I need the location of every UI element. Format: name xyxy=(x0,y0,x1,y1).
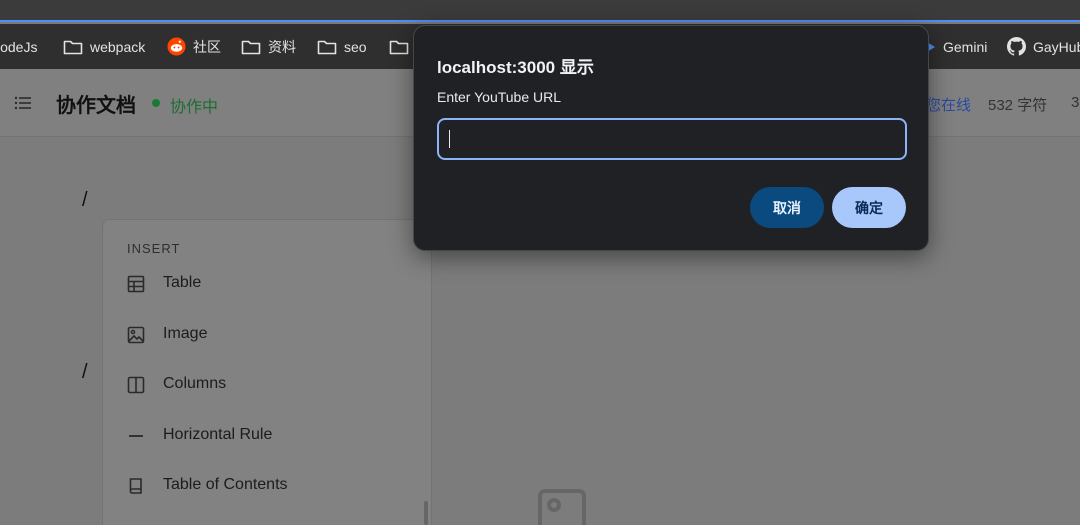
insert-item-label: Image xyxy=(163,325,208,342)
online-indicator: 您在线 xyxy=(926,97,972,114)
minus-icon xyxy=(129,435,143,437)
insert-item-columns[interactable]: Columns xyxy=(103,363,433,407)
folder-icon xyxy=(317,40,337,54)
bookmark-folder[interactable] xyxy=(389,24,416,69)
status-dot xyxy=(152,99,160,107)
bookmark-github[interactable]: GayHub xyxy=(1007,24,1080,69)
bookmark-label: Gemini xyxy=(943,38,988,55)
image-placeholder-icon xyxy=(538,489,586,525)
folder-icon xyxy=(241,40,261,54)
table-icon xyxy=(127,275,145,293)
bookmark-webpack[interactable]: webpack xyxy=(63,24,145,69)
slash-command-text: / xyxy=(82,361,88,383)
menu-scrollbar[interactable] xyxy=(424,501,428,525)
slash-command-text: / xyxy=(82,189,88,211)
bookmark-seo[interactable]: seo xyxy=(317,24,367,69)
text-caret xyxy=(449,130,450,148)
github-icon xyxy=(1007,37,1026,56)
insert-item-label: Table of Contents xyxy=(163,476,288,493)
bookmark-label: GayHub xyxy=(1033,38,1080,55)
bookmark-community[interactable]: 社区 xyxy=(167,24,221,69)
bookmark-label: 社区 xyxy=(193,38,221,55)
bookmark-label: webpack xyxy=(90,38,146,55)
columns-icon xyxy=(127,376,145,394)
cancel-button[interactable]: 取消 xyxy=(750,187,824,228)
bookmark-label: seo xyxy=(344,38,367,55)
insert-item-image[interactable]: Image xyxy=(103,313,433,357)
bookmark-nodejs[interactable]: NodeJs xyxy=(0,24,37,69)
browser-tab-strip xyxy=(0,0,1080,22)
youtube-url-input[interactable] xyxy=(437,118,907,160)
insert-item-table[interactable]: Table xyxy=(103,262,433,306)
extra-count: 3 xyxy=(1071,94,1080,111)
insert-item-label: Columns xyxy=(163,375,227,392)
dialog-message: Enter YouTube URL xyxy=(437,89,562,105)
folder-icon xyxy=(389,40,409,54)
character-count: 532 字符 xyxy=(988,97,1048,114)
collaboration-status: 协作中 xyxy=(170,99,219,116)
bookmark-gemini[interactable]: Gemini xyxy=(926,24,987,69)
book-icon xyxy=(129,478,142,494)
image-icon xyxy=(127,326,145,344)
ok-button[interactable]: 确定 xyxy=(832,187,906,228)
menu-list-icon[interactable] xyxy=(14,95,32,111)
url-prompt-dialog: localhost:3000 显示 Enter YouTube URL 取消 确… xyxy=(413,25,929,251)
insert-item-label: Table xyxy=(163,274,202,291)
dialog-title: localhost:3000 显示 xyxy=(437,58,594,77)
bookmark-resources[interactable]: 资料 xyxy=(241,24,296,69)
insert-item-horizontal-rule[interactable]: Horizontal Rule xyxy=(103,414,433,458)
insert-item-table-of-contents[interactable]: Table of Contents xyxy=(103,464,433,508)
insert-menu-heading: INSERT xyxy=(127,241,181,256)
bookmark-label: 资料 xyxy=(268,38,296,55)
bookmark-label: NodeJs xyxy=(0,38,38,55)
reddit-icon xyxy=(167,37,186,56)
insert-menu: INSERT Table Image Columns Horizontal Ru… xyxy=(102,219,432,525)
document-title: 协作文档 xyxy=(56,95,136,117)
folder-icon xyxy=(63,40,83,54)
insert-item-label: Horizontal Rule xyxy=(163,426,273,443)
